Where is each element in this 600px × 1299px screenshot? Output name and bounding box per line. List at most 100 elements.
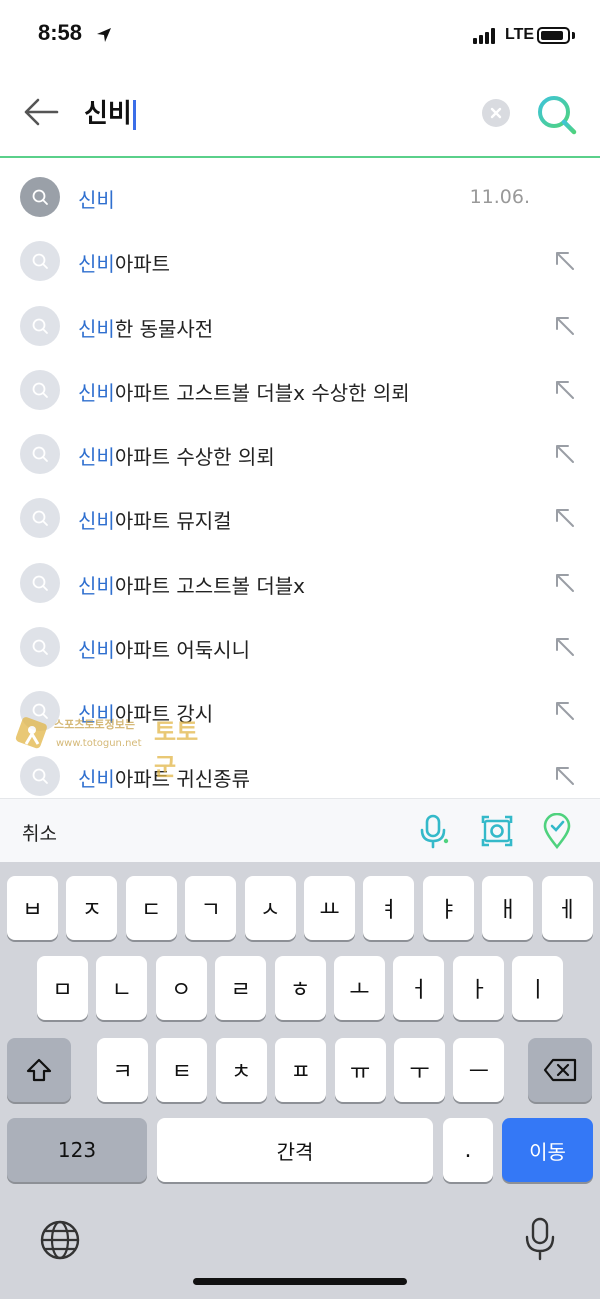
fill-query-arrow-icon[interactable]	[553, 699, 577, 723]
fill-query-arrow-icon[interactable]	[553, 442, 577, 466]
clear-button[interactable]	[482, 99, 510, 127]
back-arrow-icon[interactable]	[22, 96, 60, 128]
suggestion-row[interactable]: 신비아파트 수상한 의뢰	[0, 422, 600, 486]
shift-icon	[26, 1058, 52, 1082]
keyboard-toolbar: 취소	[0, 798, 600, 862]
suggestion-highlight: 신비	[78, 316, 115, 341]
period-key[interactable]: .	[443, 1118, 493, 1182]
letter-key[interactable]: ㄹ	[215, 956, 267, 1020]
suggestion-rest: 아파트	[114, 252, 171, 277]
backspace-key[interactable]	[528, 1038, 592, 1102]
suggestion-highlight: 신비	[78, 188, 115, 212]
location-arrow-icon	[97, 28, 111, 42]
suggestion-text: 신비아파트 고스트볼 더블x 수상한 의뢰	[78, 377, 410, 406]
fill-query-arrow-icon[interactable]	[553, 249, 577, 273]
letter-key[interactable]: ㅏ	[452, 956, 504, 1020]
suggestion-highlight: 신비	[78, 509, 115, 534]
status-time: 8:58	[38, 20, 83, 45]
suggestion-rest: 아파트 고스트볼 더블x 수상한 의뢰	[114, 380, 410, 405]
fill-query-arrow-icon[interactable]	[553, 764, 577, 788]
watermark: 스포츠토토정보는 www.totogun.net 토토군	[12, 712, 212, 781]
search-input[interactable]: 신비	[84, 94, 464, 134]
letter-key[interactable]: ㅋ	[97, 1038, 148, 1102]
suggestion-highlight: 신비	[78, 252, 115, 277]
suggestion-text: 신비아파트	[78, 248, 170, 277]
letter-key[interactable]: ㅗ	[334, 956, 385, 1020]
letter-key[interactable]: ㄱ	[185, 876, 237, 940]
suggestion-date: 11.06.	[469, 186, 530, 208]
suggestion-text: 신비한 동물사전	[78, 313, 213, 342]
suggestion-highlight: 신비	[78, 573, 115, 598]
search-history-icon	[20, 562, 60, 603]
letter-key[interactable]: ㅁ	[37, 956, 88, 1020]
suggestion-row[interactable]: 신비 11.06.	[0, 165, 600, 229]
clear-icon	[490, 107, 502, 119]
letter-key[interactable]: ㅔ	[541, 876, 593, 940]
fill-query-arrow-icon[interactable]	[553, 635, 577, 659]
space-key[interactable]: 간격	[157, 1118, 433, 1182]
suggestion-row[interactable]: 신비아파트 뮤지컬	[0, 486, 600, 550]
suggestion-text: 신비	[78, 184, 115, 213]
suggestion-highlight: 신비	[78, 638, 115, 663]
suggestion-row[interactable]: 신비아파트 어둑시니	[0, 615, 600, 679]
network-label: LTE	[505, 26, 535, 43]
letter-key[interactable]: ㅕ	[363, 876, 415, 940]
suggestion-text: 신비아파트 고스트볼 더블x	[78, 570, 305, 599]
location-icon[interactable]	[539, 813, 575, 849]
battery-icon	[537, 27, 570, 44]
letter-key[interactable]: ㅣ	[512, 956, 564, 1020]
letter-key[interactable]: ㅌ	[156, 1038, 208, 1102]
text-caret	[132, 99, 136, 130]
camera-search-icon[interactable]	[479, 813, 515, 849]
letter-key[interactable]: ㅠ	[334, 1038, 386, 1102]
letter-key[interactable]: ㄴ	[96, 956, 148, 1020]
suggestion-highlight: 신비	[78, 380, 115, 405]
fill-query-arrow-icon[interactable]	[553, 506, 577, 530]
letter-key[interactable]: ㅂ	[7, 876, 58, 940]
numbers-key[interactable]: 123	[7, 1118, 147, 1182]
fill-query-arrow-icon[interactable]	[553, 571, 577, 595]
fill-query-arrow-icon[interactable]	[553, 314, 577, 338]
cancel-button[interactable]: 취소	[22, 819, 57, 846]
letter-key[interactable]: ㅈ	[66, 876, 118, 940]
letter-key[interactable]: ㅅ	[244, 876, 296, 940]
search-icon[interactable]	[534, 92, 578, 136]
keyboard: 123 간격 . 이동 ㅂㅈㄷㄱㅅㅛㅕㅑㅐㅔㅁㄴㅇㄹㅎㅗㅓㅏㅣㅋㅌㅊㅍㅠㅜㅡ	[0, 862, 600, 1299]
search-history-icon	[20, 305, 60, 346]
letter-key[interactable]: ㅓ	[393, 956, 445, 1020]
search-history-icon	[20, 177, 60, 217]
watermark-emblem-icon	[15, 717, 47, 749]
suggestion-row[interactable]: 신비아파트	[0, 229, 600, 293]
suggestion-rest: 아파트 뮤지컬	[114, 509, 232, 534]
suggestion-row[interactable]: 신비아파트 고스트볼 더블x	[0, 551, 600, 615]
letter-key[interactable]: ㅛ	[304, 876, 355, 940]
letter-key[interactable]: ㅜ	[394, 1038, 445, 1102]
suggestion-rest: 한 동물사전	[114, 316, 214, 341]
home-indicator	[193, 1278, 407, 1285]
backspace-icon	[543, 1058, 577, 1082]
dictation-microphone-icon[interactable]	[522, 1216, 558, 1262]
watermark-text: 스포츠토토정보는	[54, 718, 135, 731]
status-bar: 8:58 LTE	[0, 0, 600, 70]
suggestion-text: 신비아파트 뮤지컬	[78, 505, 232, 534]
shift-key[interactable]	[7, 1038, 71, 1102]
suggestion-row[interactable]: 신비아파트 고스트볼 더블x 수상한 의뢰	[0, 358, 600, 422]
fill-query-arrow-icon[interactable]	[553, 378, 577, 402]
go-key[interactable]: 이동	[502, 1118, 593, 1182]
letter-key[interactable]: ㅎ	[274, 956, 326, 1020]
search-history-icon	[20, 627, 60, 668]
letter-key[interactable]: ㄷ	[125, 876, 177, 940]
suggestion-row[interactable]: 신비한 동물사전	[0, 294, 600, 358]
letter-key[interactable]: ㅑ	[422, 876, 474, 940]
search-history-icon	[20, 755, 60, 796]
search-history-icon	[20, 498, 60, 539]
letter-key[interactable]: ㅊ	[215, 1038, 267, 1102]
letter-key[interactable]: ㅇ	[155, 956, 207, 1020]
letter-key[interactable]: ㅐ	[482, 876, 534, 940]
suggestion-rest: 아파트 어둑시니	[114, 638, 250, 663]
letter-key[interactable]: ㅡ	[453, 1038, 505, 1102]
globe-icon[interactable]	[39, 1219, 81, 1261]
microphone-icon[interactable]	[415, 813, 451, 849]
letter-key[interactable]: ㅍ	[275, 1038, 327, 1102]
search-history-icon	[20, 241, 60, 282]
